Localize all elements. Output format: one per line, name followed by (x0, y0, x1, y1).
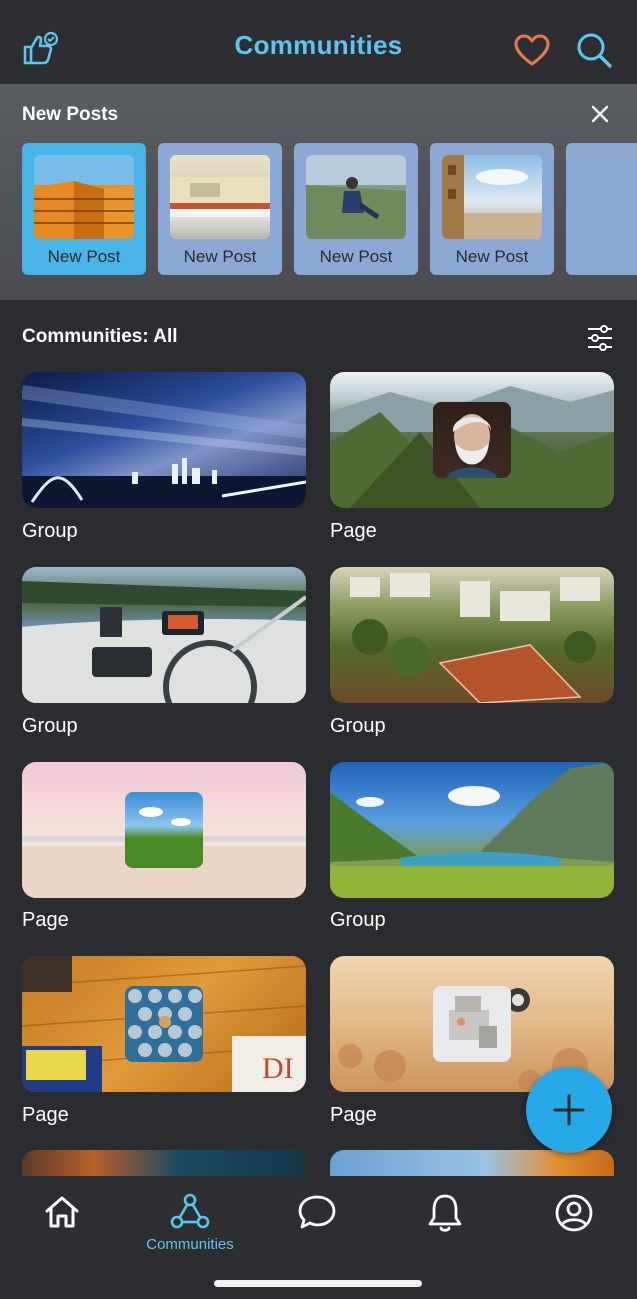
community-card[interactable] (330, 762, 614, 898)
nav-profile[interactable] (524, 1192, 624, 1262)
page-avatar-inset (433, 402, 511, 478)
page-avatar-inset (125, 792, 203, 868)
page-avatar-inset (433, 986, 511, 1062)
new-post-card[interactable]: New Post (430, 143, 554, 275)
profile-icon (555, 1194, 593, 1232)
bell-icon (428, 1194, 462, 1232)
new-post-label: New Post (319, 247, 393, 266)
community-card[interactable] (330, 372, 614, 508)
new-posts-panel: New Posts New Post New Post New Post New… (0, 84, 637, 300)
close-icon[interactable] (582, 98, 618, 130)
new-posts-title: New Posts (22, 104, 119, 125)
search-icon[interactable] (572, 28, 616, 72)
heart-icon[interactable] (510, 30, 554, 70)
community-card[interactable] (330, 567, 614, 703)
app-screen: Communities New Posts New Post New Post … (0, 0, 637, 1299)
community-type-label: Page (22, 909, 69, 931)
new-post-card[interactable]: New Post (158, 143, 282, 275)
community-type-label: Page (330, 1104, 377, 1126)
new-post-card[interactable]: New Post (22, 143, 146, 275)
community-card[interactable] (22, 762, 306, 898)
community-type-label: Group (330, 909, 386, 931)
community-card[interactable] (22, 567, 306, 703)
new-post-thumbnail (306, 155, 406, 239)
plus-icon (553, 1094, 585, 1126)
community-type-label: Group (22, 715, 78, 737)
new-post-label: New Post (183, 247, 257, 266)
nav-communities-label: Communities (146, 1236, 234, 1253)
community-card[interactable]: DI (22, 956, 306, 1092)
community-type-label: Group (330, 715, 386, 737)
nav-communities[interactable]: Communities (140, 1192, 240, 1262)
add-community-button[interactable] (526, 1067, 612, 1153)
nav-home[interactable] (12, 1192, 112, 1262)
new-post-label: New Post (455, 247, 529, 266)
new-post-label: New Post (47, 247, 121, 266)
home-icon (45, 1196, 79, 1228)
community-type-label: Page (330, 520, 377, 542)
communities-filter-title: Communities: All (22, 326, 178, 347)
new-post-thumbnail (442, 155, 542, 239)
chat-icon (298, 1195, 336, 1229)
home-indicator[interactable] (214, 1280, 422, 1287)
new-post-card[interactable] (566, 143, 637, 275)
communities-icon (170, 1193, 210, 1229)
svg-text:DI: DI (262, 1052, 294, 1085)
community-type-label: Page (22, 1104, 69, 1126)
top-bar: Communities (0, 0, 637, 84)
filter-sliders-icon[interactable] (580, 318, 620, 358)
new-post-thumbnail (34, 155, 134, 239)
community-card[interactable] (22, 372, 306, 508)
new-post-card[interactable]: New Post (294, 143, 418, 275)
nav-notifications[interactable] (395, 1192, 495, 1262)
community-type-label: Group (22, 520, 78, 542)
nav-messages[interactable] (267, 1192, 367, 1262)
page-avatar-inset (125, 986, 203, 1062)
new-post-thumbnail (170, 155, 270, 239)
